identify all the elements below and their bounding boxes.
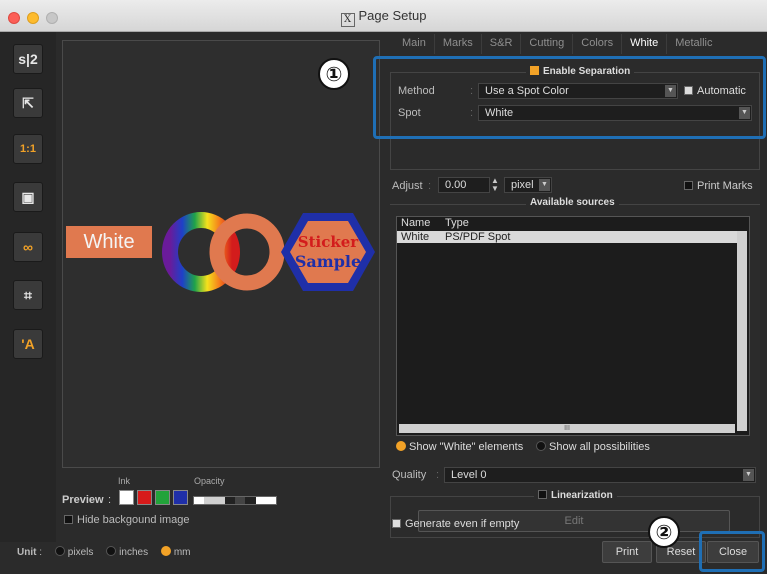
vertical-scrollbar[interactable] <box>737 231 747 431</box>
chevron-down-icon: ▼ <box>743 469 754 481</box>
table-row[interactable]: White PS/PDF Spot <box>397 231 737 243</box>
title-bar: X Page Setup <box>0 0 767 32</box>
sticker-text-line1: Sticker <box>298 233 360 251</box>
unit-radio-inches[interactable] <box>106 546 117 556</box>
auto-text-tool[interactable]: 'A <box>13 329 43 359</box>
unit-radio-pixels[interactable] <box>54 546 65 556</box>
tab-metallic[interactable]: Metallic <box>667 34 720 54</box>
adjust-stepper-icon[interactable]: ▲ ▼ <box>491 177 499 193</box>
linearization-option[interactable]: Linearization <box>534 490 617 501</box>
adjust-value-field[interactable]: 0.00 <box>438 177 490 193</box>
show-all-radio[interactable] <box>536 441 546 451</box>
sticker-text-line2: Sample <box>295 252 361 271</box>
chevron-down-icon: ▼ <box>539 179 550 191</box>
callout-number-1: ① <box>318 58 350 90</box>
ink-swatch-blue[interactable] <box>173 490 188 505</box>
horizontal-scrollbar[interactable]: III <box>399 424 735 433</box>
fit-frame-tool[interactable]: ▣ <box>13 182 43 212</box>
ink-swatch-green[interactable] <box>155 490 170 505</box>
available-sources-title: Available sources <box>526 197 619 208</box>
generate-even-if-empty-checkbox[interactable] <box>392 519 401 528</box>
unit-selector: Unit : pixels inches mm <box>17 546 191 558</box>
row-name: White <box>401 231 430 243</box>
quality-value: Level 0 <box>451 469 487 481</box>
window-title-text: Page Setup <box>358 8 427 23</box>
app-icon: X <box>340 13 355 27</box>
unit-label: Unit <box>17 547 37 558</box>
left-toolbar: s|2 ⇱ 1:1 ▣ ∞ ⌗ 'A <box>0 32 56 542</box>
unit-radio-mm[interactable] <box>160 546 171 556</box>
tab-bar: Main Marks S&R Cutting Colors White Meta… <box>394 34 721 54</box>
preview-canvas[interactable]: White Sticker Sample <box>62 40 380 468</box>
callout-frame-2 <box>699 531 765 572</box>
hide-background-checkbox[interactable] <box>64 515 73 524</box>
tab-cutting[interactable]: Cutting <box>521 34 574 54</box>
ink-swatch-red[interactable] <box>137 490 152 505</box>
adjust-unit-value: pixel <box>511 179 534 191</box>
actual-size-tool[interactable]: 1:1 <box>13 134 43 164</box>
row-type: PS/PDF Spot <box>445 231 511 243</box>
crop-marks-tool[interactable]: ⌗ <box>13 280 43 310</box>
preview-label: Preview <box>62 494 104 506</box>
show-white-option[interactable]: Show "White" elements <box>396 441 523 453</box>
unit-option-inches[interactable]: inches <box>119 547 148 558</box>
print-marks-label: Print Marks <box>697 180 753 192</box>
preview-controls: Ink Opacity Preview : Hide backgound ima… <box>62 470 380 530</box>
column-header-type[interactable]: Type <box>445 217 469 231</box>
show-white-radio[interactable] <box>396 441 406 451</box>
ink-swatch-white[interactable] <box>119 490 134 505</box>
unit-option-pixels[interactable]: pixels <box>68 547 94 558</box>
linearization-checkbox[interactable] <box>538 490 547 499</box>
generate-even-if-empty-option[interactable]: Generate even if empty <box>392 518 519 530</box>
sticker-artwork: Sticker Sample <box>162 212 375 292</box>
export-tool[interactable]: ⇱ <box>13 88 43 118</box>
hide-background-option[interactable]: Hide backgound image <box>64 514 190 526</box>
window-title: X Page Setup <box>0 8 767 27</box>
callout-number-2: ② <box>648 516 680 548</box>
show-all-label: Show all possibilities <box>549 441 650 453</box>
show-all-option[interactable]: Show all possibilities <box>536 441 650 453</box>
show-white-label: Show "White" elements <box>409 441 524 453</box>
sources-table: Name Type White PS/PDF Spot III <box>396 216 750 436</box>
print-marks-checkbox[interactable] <box>684 181 693 190</box>
opacity-bar[interactable] <box>193 496 277 505</box>
ink-label: Ink <box>118 476 131 486</box>
generate-even-if-empty-label: Generate even if empty <box>405 518 520 530</box>
tab-white[interactable]: White <box>622 34 668 54</box>
sticker-split-tool[interactable]: s|2 <box>13 44 43 74</box>
print-button[interactable]: Print <box>602 541 652 563</box>
quality-label: Quality <box>392 469 427 481</box>
hide-background-label: Hide backgound image <box>77 514 190 526</box>
opacity-label: Opacity <box>194 476 225 486</box>
adjust-label: Adjust <box>392 180 423 192</box>
print-marks-option[interactable]: Print Marks <box>684 180 753 192</box>
linearization-label: Linearization <box>551 490 613 501</box>
tab-marks[interactable]: Marks <box>435 34 482 54</box>
adjust-unit-select[interactable]: pixel ▼ <box>504 177 552 193</box>
tab-colors[interactable]: Colors <box>573 34 623 54</box>
quality-select[interactable]: Level 0 ▼ <box>444 467 756 483</box>
link-tool[interactable]: ∞ <box>13 232 43 262</box>
tab-sr[interactable]: S&R <box>482 34 522 54</box>
tab-main[interactable]: Main <box>394 34 435 54</box>
callout-frame-1 <box>373 56 766 139</box>
unit-option-mm[interactable]: mm <box>174 547 191 558</box>
column-header-name[interactable]: Name <box>401 217 430 231</box>
